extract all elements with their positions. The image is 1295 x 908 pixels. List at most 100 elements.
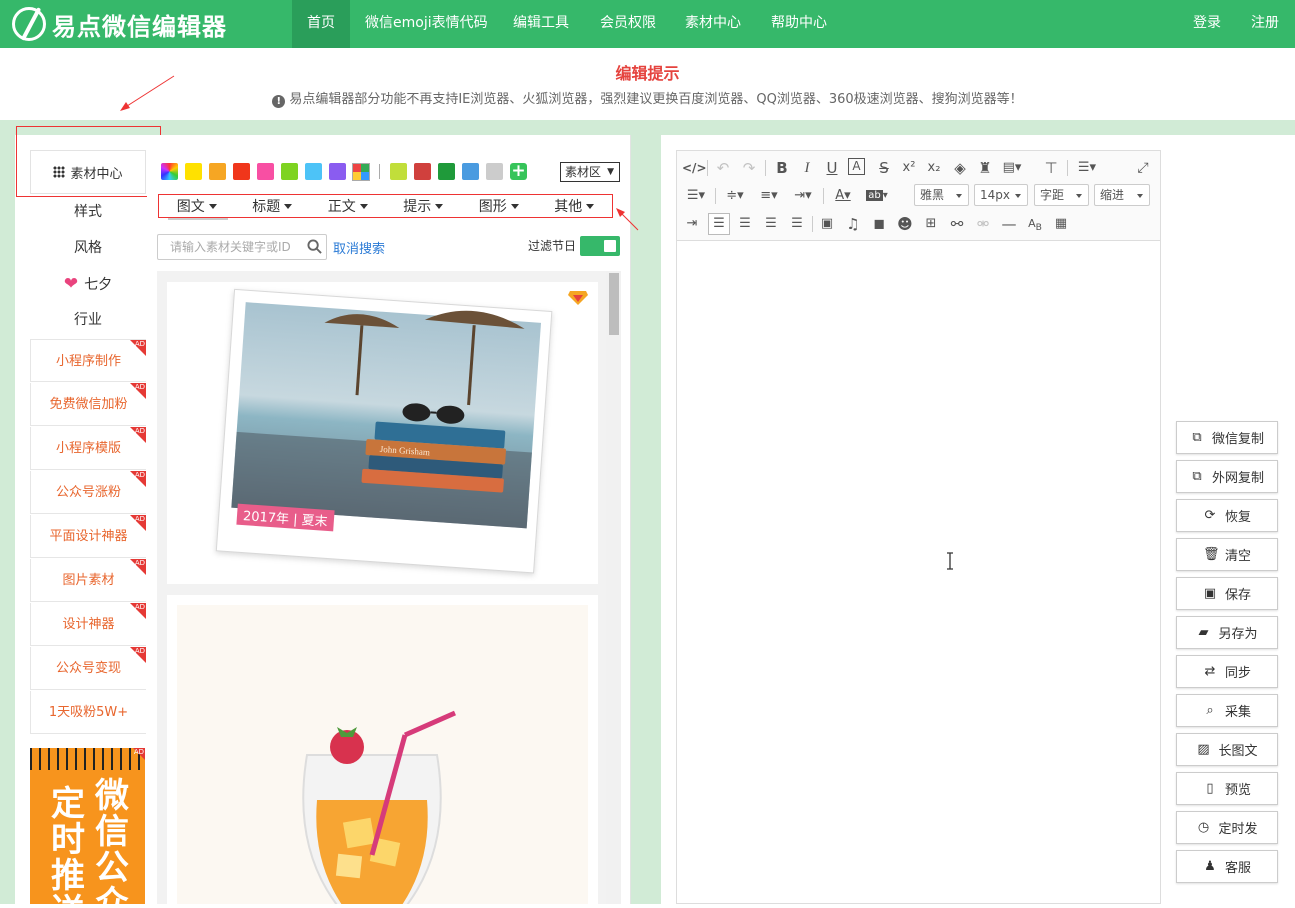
ad-link[interactable]: 免费微信加粉AD bbox=[30, 383, 146, 426]
ad-link[interactable]: 平面设计神器AD bbox=[30, 515, 146, 558]
italic-icon[interactable]: I bbox=[797, 158, 817, 178]
superscript-icon[interactable]: x² bbox=[899, 158, 919, 178]
ordered-list-icon[interactable]: ☰▾ bbox=[1073, 158, 1101, 178]
color-swatch[interactable] bbox=[209, 163, 226, 180]
nav-help[interactable]: 帮助中心 bbox=[756, 0, 842, 48]
schedule-send-button[interactable]: ◷定时发 bbox=[1176, 811, 1278, 844]
ad-link[interactable]: 图片素材AD bbox=[30, 559, 146, 602]
register-link[interactable]: 注册 bbox=[1236, 0, 1294, 48]
ad-link[interactable]: 小程序制作AD bbox=[30, 339, 146, 382]
unordered-list-icon[interactable]: ☰▾ bbox=[682, 186, 710, 206]
block-quote-icon[interactable]: ▤▾ bbox=[1002, 158, 1022, 178]
align-center-icon[interactable]: ☰ bbox=[735, 214, 755, 234]
insert-image-icon[interactable]: ▣ bbox=[817, 214, 837, 234]
ad-banner[interactable]: 定时推送 微信公众 AD bbox=[30, 748, 145, 904]
clear-button[interactable]: 🗑清空 bbox=[1176, 538, 1278, 571]
save-as-button[interactable]: ▰另存为 bbox=[1176, 616, 1278, 649]
nav-tools[interactable]: 编辑工具 bbox=[498, 0, 584, 48]
emoji-icon[interactable]: ☻ bbox=[895, 214, 915, 234]
spellcheck-icon[interactable]: AB bbox=[1025, 214, 1045, 234]
nav-qixi[interactable]: ❤七夕 bbox=[30, 266, 146, 302]
color-swatch[interactable] bbox=[305, 163, 322, 180]
format-brush-icon[interactable]: ♜ bbox=[975, 158, 995, 178]
unlink-icon[interactable]: ⚮ bbox=[973, 214, 993, 234]
music-icon[interactable]: ♫ bbox=[843, 214, 863, 234]
material-region-select[interactable]: 素材区▼ bbox=[560, 162, 620, 182]
customer-service-button[interactable]: ♟客服 bbox=[1176, 850, 1278, 883]
text-border-icon[interactable]: A bbox=[848, 158, 865, 175]
link-icon[interactable]: ⚯ bbox=[947, 214, 967, 234]
indent-select[interactable]: 缩进 bbox=[1094, 184, 1150, 206]
tab-graphic[interactable]: 图文 bbox=[177, 196, 217, 216]
letter-spacing-select[interactable]: 字距 bbox=[1034, 184, 1089, 206]
nav-style[interactable]: 样式 bbox=[30, 194, 146, 230]
underline-icon[interactable]: U bbox=[822, 158, 842, 178]
color-swatch[interactable] bbox=[329, 163, 346, 180]
font-color-icon[interactable]: A▾ bbox=[829, 186, 857, 206]
color-swatch[interactable] bbox=[257, 163, 274, 180]
scrollbar-thumb[interactable] bbox=[609, 273, 619, 335]
ad-link[interactable]: 小程序模版AD bbox=[30, 427, 146, 470]
nav-home[interactable]: 首页 bbox=[292, 0, 350, 48]
material-card[interactable]: John Grisham 2017年 | 夏末 bbox=[167, 282, 598, 584]
align-right-icon[interactable]: ☰ bbox=[761, 214, 781, 234]
source-code-icon[interactable]: </> bbox=[682, 158, 702, 178]
material-search-input[interactable]: 请输入素材关键字或ID bbox=[157, 234, 327, 260]
color-swatch[interactable] bbox=[281, 163, 298, 180]
ad-link[interactable]: 公众号变现AD bbox=[30, 647, 146, 690]
external-copy-button[interactable]: ⧉外网复制 bbox=[1176, 460, 1278, 493]
nav-emoji[interactable]: 微信emoji表情代码 bbox=[350, 0, 503, 48]
site-logo[interactable]: 易点微信编辑器 bbox=[12, 6, 227, 42]
undo-icon[interactable]: ↶ bbox=[713, 158, 733, 178]
eraser-icon[interactable]: ◈ bbox=[950, 158, 970, 178]
color-swatch[interactable] bbox=[438, 163, 455, 180]
align-left-icon[interactable]: ☰ bbox=[708, 213, 730, 235]
color-swatch[interactable] bbox=[462, 163, 479, 180]
add-color-button[interactable]: + bbox=[510, 163, 527, 180]
nav-materials[interactable]: 素材中心 bbox=[670, 0, 756, 48]
material-scrollbar[interactable] bbox=[606, 271, 621, 904]
paragraph-spacing-icon[interactable]: ≡▾ bbox=[755, 186, 783, 206]
collect-button[interactable]: ⌕采集 bbox=[1176, 694, 1278, 727]
line-height-icon[interactable]: ≑▾ bbox=[721, 186, 749, 206]
color-grid-icon[interactable] bbox=[352, 163, 370, 181]
color-swatch[interactable] bbox=[390, 163, 407, 180]
indent-icon[interactable]: ⇥ bbox=[682, 214, 702, 234]
strikethrough-icon[interactable]: S bbox=[874, 158, 894, 178]
color-swatch[interactable] bbox=[185, 163, 202, 180]
ad-link[interactable]: 设计神器AD bbox=[30, 603, 146, 646]
color-swatch[interactable] bbox=[233, 163, 250, 180]
editor-canvas[interactable] bbox=[676, 150, 1161, 904]
material-card[interactable] bbox=[167, 595, 598, 904]
fullscreen-icon[interactable]: ⤢ bbox=[1133, 158, 1153, 178]
font-family-select[interactable]: 雅黑 bbox=[914, 184, 969, 206]
save-button[interactable]: ▣保存 bbox=[1176, 577, 1278, 610]
long-image-button[interactable]: ▨长图文 bbox=[1176, 733, 1278, 766]
nav-industry[interactable]: 行业 bbox=[30, 302, 146, 338]
indent-spacing-icon[interactable]: ⇥▾ bbox=[789, 186, 817, 206]
wechat-copy-button[interactable]: ⧉微信复制 bbox=[1176, 421, 1278, 454]
align-justify-icon[interactable]: ☰ bbox=[787, 214, 807, 234]
color-swatch[interactable] bbox=[486, 163, 503, 180]
tab-body[interactable]: 正文 bbox=[328, 196, 368, 216]
ad-link[interactable]: 1天吸粉5W+ bbox=[30, 691, 146, 734]
restore-button[interactable]: ⟳恢复 bbox=[1176, 499, 1278, 532]
bold-icon[interactable]: B bbox=[772, 158, 792, 178]
cancel-search-link[interactable]: 取消搜索 bbox=[333, 238, 385, 257]
subscript-icon[interactable]: x₂ bbox=[924, 158, 944, 178]
background-color-icon[interactable]: ab▾ bbox=[863, 186, 891, 206]
map-icon[interactable]: ⊞ bbox=[921, 214, 941, 234]
tab-tip[interactable]: 提示 bbox=[403, 196, 443, 216]
video-icon[interactable]: ◼ bbox=[869, 214, 889, 234]
search-icon[interactable] bbox=[307, 239, 322, 254]
redo-icon[interactable]: ↷ bbox=[739, 158, 759, 178]
nav-theme[interactable]: 风格 bbox=[30, 230, 146, 266]
text-height-icon[interactable]: ⊤ bbox=[1041, 158, 1061, 178]
sync-button[interactable]: ⇄同步 bbox=[1176, 655, 1278, 688]
tab-other[interactable]: 其他 bbox=[554, 196, 594, 216]
tab-title[interactable]: 标题 bbox=[252, 196, 292, 216]
login-link[interactable]: 登录 bbox=[1178, 0, 1236, 48]
filter-holidays-toggle[interactable] bbox=[580, 236, 620, 256]
ad-link[interactable]: 公众号涨粉AD bbox=[30, 471, 146, 514]
horizontal-rule-icon[interactable]: — bbox=[999, 214, 1019, 234]
